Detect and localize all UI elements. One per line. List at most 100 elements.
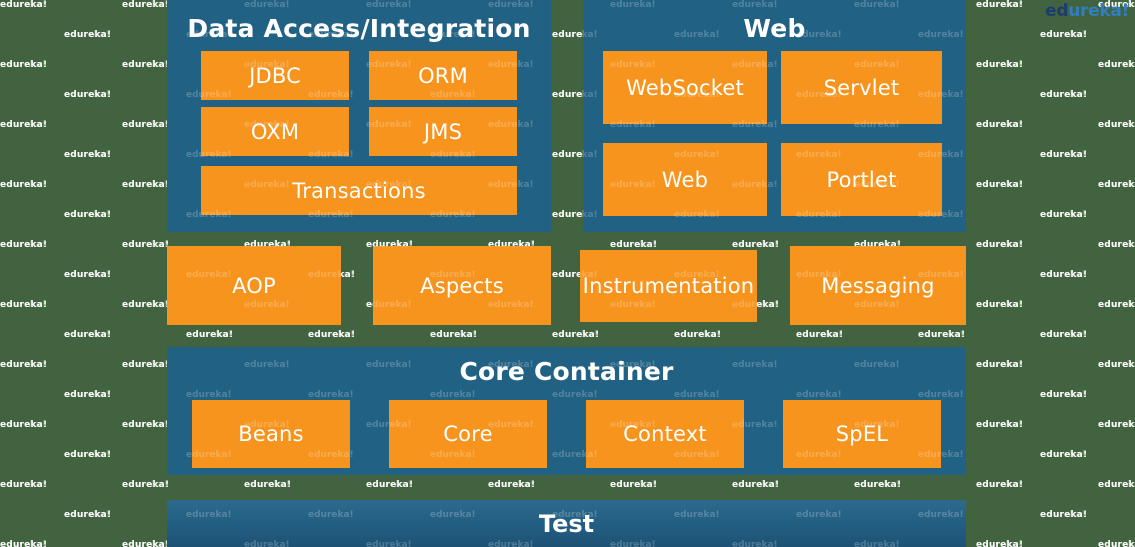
watermark-text: edureka!: [0, 330, 64, 340]
watermark-text: edureka!: [0, 270, 64, 280]
module-instrumentation[interactable]: Instrumentation: [580, 250, 757, 322]
watermark-text: edureka!: [732, 480, 778, 490]
watermark-text: edureka!: [1098, 240, 1135, 250]
watermark-text: edureka!: [1098, 360, 1135, 370]
watermark-text: edureka!: [430, 330, 478, 340]
watermark-text: edureka!: [976, 60, 1024, 70]
watermark-text: edureka!: [366, 480, 412, 490]
watermark-text: edureka!: [854, 480, 900, 490]
watermark-text: edureka!: [1098, 420, 1135, 430]
watermark-text: edureka!: [1040, 510, 1088, 520]
watermark-text: edureka!: [0, 360, 48, 370]
watermark-text: edureka!: [1040, 270, 1088, 280]
watermark-text: edureka!: [1098, 420, 1135, 430]
watermark-text: edureka!: [1040, 30, 1086, 40]
watermark-text: edureka!: [0, 60, 46, 70]
module-jdbc[interactable]: JDBC: [201, 51, 349, 100]
watermark-text: edureka!: [0, 30, 64, 40]
watermark-text: edureka!: [796, 330, 844, 340]
watermark-text: edureka!: [0, 330, 64, 340]
watermark-text: edureka!: [0, 0, 48, 10]
watermark-text: edureka!: [1040, 210, 1086, 220]
module-websocket[interactable]: WebSocket: [603, 51, 767, 124]
module-portlet[interactable]: Portlet: [781, 143, 942, 216]
panel-title-web: Web: [743, 14, 806, 43]
watermark-text: edureka!: [308, 330, 356, 340]
logo-text-light: ureka!: [1068, 1, 1129, 21]
module-aop[interactable]: AOP: [167, 246, 341, 325]
watermark-text: edureka!: [796, 330, 842, 340]
module-servlet[interactable]: Servlet: [781, 51, 942, 124]
watermark-text: edureka!: [0, 60, 48, 70]
watermark-text: edureka!: [122, 480, 170, 490]
watermark-text: edureka!: [1098, 180, 1135, 190]
module-web[interactable]: Web: [603, 143, 767, 216]
watermark-text: edureka!: [1040, 450, 1086, 460]
watermark-text: edureka!: [0, 180, 48, 190]
watermark-text: edureka!: [0, 420, 48, 430]
module-messaging[interactable]: Messaging: [790, 246, 966, 325]
watermark-text: edureka!: [1098, 300, 1135, 310]
watermark-text: edureka!: [1098, 120, 1135, 130]
watermark-text: edureka!: [0, 300, 46, 310]
watermark-text: edureka!: [976, 420, 1022, 430]
watermark-text: edureka!: [488, 480, 536, 490]
module-orm[interactable]: ORM: [369, 51, 517, 100]
watermark-row: edureka! edureka! edureka! edureka! edureka!…: [0, 480, 1135, 490]
watermark-text: edureka!: [976, 180, 1022, 190]
watermark-text: edureka!: [918, 330, 964, 340]
watermark-text: edureka!: [244, 480, 290, 490]
watermark-text: edureka!: [976, 120, 1022, 130]
watermark-text: edureka!: [1098, 180, 1135, 190]
watermark-text: edureka!: [976, 180, 1024, 190]
watermark-text: edureka!: [610, 480, 658, 490]
watermark-text: edureka!: [976, 480, 1024, 490]
watermark-text: edureka!: [0, 120, 48, 130]
watermark-text: edureka!: [1098, 480, 1135, 490]
watermark-text: edureka!: [854, 480, 902, 490]
watermark-text: edureka!: [1098, 360, 1135, 370]
watermark-text: edureka!: [976, 540, 1024, 547]
watermark-text: edureka!: [0, 480, 46, 490]
watermark-text: edureka!: [976, 480, 1022, 490]
watermark-text: edureka!: [1040, 330, 1088, 340]
watermark-text: edureka!: [976, 540, 1022, 547]
watermark-text: edureka!: [0, 480, 48, 490]
module-core[interactable]: Core: [389, 400, 547, 468]
watermark-text: edureka!: [64, 330, 110, 340]
logo-text-dark: ed: [1045, 1, 1069, 21]
watermark-text: edureka!: [0, 360, 46, 370]
watermark-text: edureka!: [244, 480, 292, 490]
watermark-text: edureka!: [610, 480, 656, 490]
module-spel[interactable]: SpEL: [783, 400, 941, 468]
watermark-text: edureka!: [0, 510, 64, 520]
watermark-text: edureka!: [976, 300, 1024, 310]
watermark-text: edureka!: [1098, 300, 1135, 310]
watermark-text: edureka!: [0, 420, 46, 430]
watermark-text: edureka!: [0, 510, 64, 520]
watermark-text: edureka!: [976, 300, 1022, 310]
module-jms[interactable]: JMS: [369, 107, 517, 156]
watermark-text: edureka!: [0, 240, 46, 250]
watermark-text: edureka!: [1040, 270, 1086, 280]
watermark-text: edureka!: [732, 480, 780, 490]
watermark-text: edureka!: [1040, 150, 1086, 160]
watermark-text: edureka!: [976, 360, 1022, 370]
module-aspects[interactable]: Aspects: [373, 246, 551, 325]
edureka-logo: edureka!: [1045, 3, 1129, 20]
watermark-text: edureka!: [610, 240, 656, 250]
module-oxm[interactable]: OXM: [201, 107, 349, 156]
watermark-text: edureka!: [1098, 540, 1135, 547]
watermark-text: edureka!: [1040, 450, 1088, 460]
watermark-row: edureka!edureka!edureka!edureka!edureka!…: [0, 330, 1135, 340]
watermark-text: edureka!: [186, 330, 232, 340]
module-context[interactable]: Context: [586, 400, 744, 468]
module-beans[interactable]: Beans: [192, 400, 350, 468]
watermark-text: edureka!: [1040, 30, 1088, 40]
watermark-text: edureka!: [1098, 120, 1135, 130]
spring-architecture-diagram: edureka! edureka! edureka! edureka! edureka!…: [0, 0, 1135, 547]
watermark-text: edureka!: [0, 240, 48, 250]
watermark-text: edureka!: [0, 120, 46, 130]
module-transactions[interactable]: Transactions: [201, 166, 517, 215]
watermark-text: edureka!: [0, 150, 64, 160]
